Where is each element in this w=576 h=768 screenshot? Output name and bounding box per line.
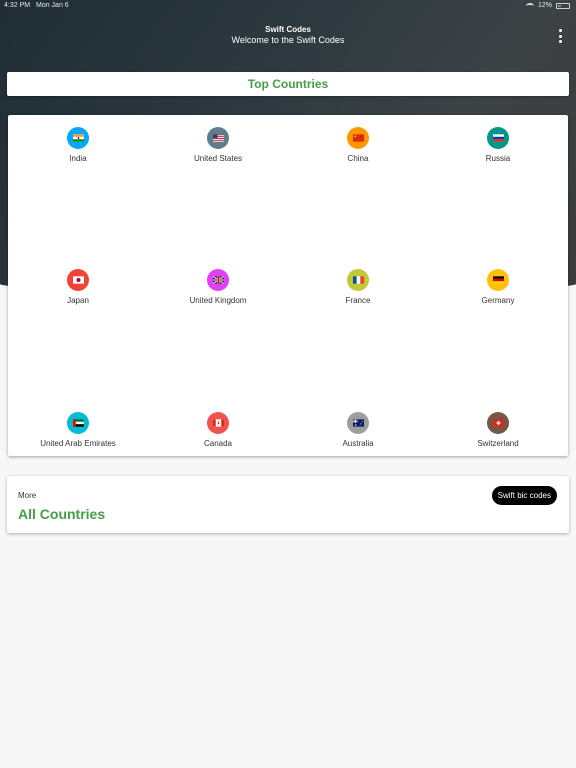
status-date: Mon Jan 6	[36, 2, 69, 9]
battery-percent: 12%	[537, 2, 552, 9]
uk-flag-icon	[207, 269, 229, 291]
country-label: India	[69, 154, 87, 163]
country-label: France	[345, 296, 371, 305]
country-item-germany[interactable]: Germany	[428, 269, 568, 305]
more-options-icon[interactable]	[556, 29, 564, 43]
country-item-united-states[interactable]: United States	[148, 127, 288, 163]
country-label: Russia	[485, 154, 511, 163]
country-label: Switzerland	[477, 439, 519, 448]
all-countries-card[interactable]: More All Countries Swift bic codes	[7, 476, 569, 533]
app-subtitle: Welcome to the Swift Codes	[231, 35, 345, 45]
australia-flag-icon	[347, 412, 369, 434]
status-right: 12%	[525, 2, 570, 9]
uae-flag-icon	[67, 412, 89, 434]
india-flag-icon	[67, 127, 89, 149]
country-item-australia[interactable]: Australia	[288, 412, 428, 448]
country-item-india[interactable]: India	[8, 127, 148, 163]
country-label: Canada	[203, 439, 233, 448]
status-time: 4:32 PM	[4, 2, 31, 9]
japan-flag-icon	[67, 269, 89, 291]
country-label: Japan	[67, 296, 89, 305]
country-label: United Arab Emirates	[40, 439, 116, 448]
all-countries-link[interactable]: All Countries	[18, 506, 105, 522]
country-item-france[interactable]: France	[288, 269, 428, 305]
china-flag-icon	[347, 127, 369, 149]
country-item-united-arab-emirates[interactable]: United Arab Emirates	[8, 412, 148, 448]
country-label: Australia	[342, 439, 374, 448]
country-label: United Kingdom	[189, 296, 247, 305]
country-item-switzerland[interactable]: Switzerland	[428, 412, 568, 448]
us-flag-icon	[207, 127, 229, 149]
country-item-united-kingdom[interactable]: United Kingdom	[148, 269, 288, 305]
country-label: China	[347, 154, 369, 163]
status-bar: 4:32 PM Mon Jan 6 12%	[0, 0, 576, 12]
country-item-china[interactable]: China	[288, 127, 428, 163]
russia-flag-icon	[487, 127, 509, 149]
germany-flag-icon	[487, 269, 509, 291]
app-title: Swift Codes	[265, 25, 311, 34]
swift-bic-codes-button[interactable]: Swift bic codes	[491, 486, 557, 505]
country-label: Germany	[481, 296, 515, 305]
top-countries-grid: India United States China Russia Japan U…	[8, 115, 568, 456]
france-flag-icon	[347, 269, 369, 291]
battery-icon	[556, 2, 570, 9]
top-countries-header[interactable]: Top Countries	[7, 72, 569, 96]
country-label: United States	[193, 154, 243, 163]
wifi-icon	[525, 2, 534, 9]
country-item-russia[interactable]: Russia	[428, 127, 568, 163]
more-label: More	[18, 491, 37, 500]
switzerland-flag-icon	[487, 412, 509, 434]
country-item-japan[interactable]: Japan	[8, 269, 148, 305]
canada-flag-icon	[207, 412, 229, 434]
country-item-canada[interactable]: Canada	[148, 412, 288, 448]
